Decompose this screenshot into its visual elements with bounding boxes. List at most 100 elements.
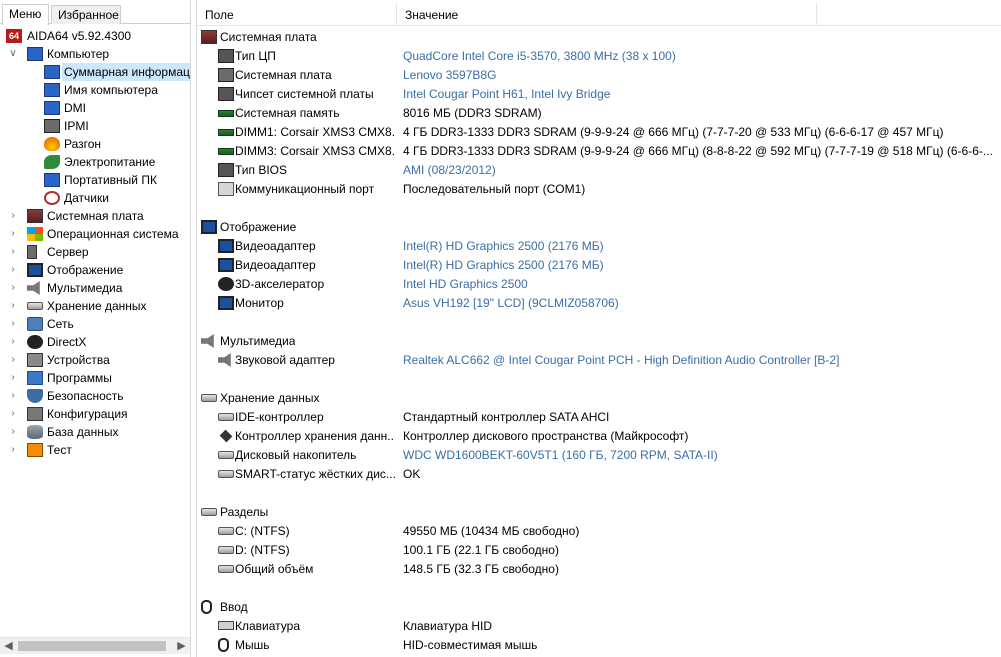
detail-row[interactable]: SMART-статус жёстких дис... OK (197, 465, 1001, 484)
tree-item[interactable]: Разгон (0, 135, 190, 153)
detail-row[interactable]: DIMM1: Corsair XMS3 CMX8... 4 ГБ DDR3-133… (197, 123, 1001, 142)
chevron-right-icon[interactable]: › (7, 405, 19, 423)
value-text: Контроллер дискового пространства (Майкр… (403, 429, 689, 443)
chevron-right-icon[interactable]: › (7, 441, 19, 459)
tree-item[interactable]: › Программы (0, 369, 190, 387)
tree-item[interactable]: › Тест (0, 441, 190, 459)
value-link[interactable]: WDC WD1600BEKT-60V5T1 (160 ГБ, 7200 RPM,… (403, 446, 718, 465)
tree-item-label: Системная плата (47, 209, 144, 223)
detail-row[interactable]: Коммуникационный порт Последовательный по… (197, 180, 1001, 199)
detail-row[interactable]: Монитор Asus VH192 [19" LCD] (9CLMIZ05870… (197, 294, 1001, 313)
detail-row[interactable]: Клавиатура Клавиатура HID (197, 617, 1001, 636)
detail-row[interactable]: Чипсет системной платы Intel Cougar Point… (197, 85, 1001, 104)
detail-row[interactable]: D: (NTFS) 100.1 ГБ (22.1 ГБ свободно) (197, 541, 1001, 560)
scroll-right-icon[interactable]: ▶ (173, 638, 190, 655)
detail-row[interactable]: DIMM3: Corsair XMS3 CMX8... 4 ГБ DDR3-133… (197, 142, 1001, 161)
column-header-field[interactable]: Поле (197, 4, 397, 26)
tree-item[interactable]: › Хранение данных (0, 297, 190, 315)
board-icon (218, 68, 234, 82)
tab-menu[interactable]: Меню (2, 4, 49, 25)
tree-item[interactable]: › Безопасность (0, 387, 190, 405)
chevron-right-icon[interactable]: › (7, 333, 19, 351)
server-icon (27, 245, 37, 259)
group-title: Мультимедиа (220, 334, 296, 348)
value-link[interactable]: QuadCore Intel Core i5-3570, 3800 MHz (3… (403, 47, 676, 66)
tree-item[interactable]: IPMI (0, 117, 190, 135)
tree-horizontal-scrollbar[interactable]: ◀ ▶ (0, 637, 190, 654)
value-link[interactable]: Intel(R) HD Graphics 2500 (2176 МБ) (403, 256, 604, 275)
chevron-right-icon[interactable]: › (7, 315, 19, 333)
detail-row[interactable]: Общий объём 148.5 ГБ (32.3 ГБ свободно) (197, 560, 1001, 579)
detail-row[interactable]: 3D-акселератор Intel HD Graphics 2500 (197, 275, 1001, 294)
tab-favorites[interactable]: Избранное (51, 5, 121, 24)
detail-row[interactable]: Тип BIOS AMI (08/23/2012) (197, 161, 1001, 180)
tree-item[interactable]: Электропитание (0, 153, 190, 171)
tree-item[interactable]: › Операционная система (0, 225, 190, 243)
value-link[interactable]: Lenovo 3597B8G (403, 66, 496, 85)
scroll-left-icon[interactable]: ◀ (0, 638, 17, 655)
tree-item-label: Портативный ПК (64, 173, 157, 187)
detail-row[interactable]: Видеоадаптер Intel(R) HD Graphics 2500 (2… (197, 237, 1001, 256)
column-header-value[interactable]: Значение (397, 4, 817, 26)
chevron-right-icon[interactable]: › (7, 279, 19, 297)
tree-item[interactable]: Датчики (0, 189, 190, 207)
directx-icon (27, 335, 43, 349)
field-label: SMART-статус жёстких дис... (235, 467, 395, 481)
value-link[interactable]: Realtek ALC662 @ Intel Cougar Point PCH … (403, 351, 839, 370)
detail-row[interactable]: C: (NTFS) 49550 МБ (10434 МБ свободно) (197, 522, 1001, 541)
tree-item[interactable]: › Системная плата (0, 207, 190, 225)
chevron-right-icon[interactable]: › (7, 225, 19, 243)
value-link[interactable]: Intel(R) HD Graphics 2500 (2176 МБ) (403, 237, 604, 256)
value-link[interactable]: Intel HD Graphics 2500 (403, 275, 528, 294)
value-text: 4 ГБ DDR3-1333 DDR3 SDRAM (9-9-9-24 @ 66… (403, 125, 944, 139)
detail-row[interactable]: IDE-контроллер Стандартный контроллер SAT… (197, 408, 1001, 427)
detail-row[interactable]: Дисковый накопитель WDC WD1600BEKT-60V5T1… (197, 446, 1001, 465)
tree-item-label: Программы (47, 371, 112, 385)
tree-item-label: Отображение (47, 263, 124, 277)
scrollbar-thumb[interactable] (18, 641, 166, 651)
chevron-right-icon[interactable]: › (7, 369, 19, 387)
config-icon (27, 407, 43, 421)
tree-item[interactable]: › Отображение (0, 261, 190, 279)
tree-item-label: Сеть (47, 317, 74, 331)
detail-row[interactable]: Звуковой адаптер Realtek ALC662 @ Intel C… (197, 351, 1001, 370)
monitor-icon (27, 263, 43, 277)
tree-item[interactable]: › Устройства (0, 351, 190, 369)
detail-row[interactable]: Видеоадаптер Intel(R) HD Graphics 2500 (2… (197, 256, 1001, 275)
bios-icon (218, 163, 234, 177)
chevron-right-icon[interactable]: › (7, 387, 19, 405)
value-link[interactable]: Intel Cougar Point H61, Intel Ivy Bridge (403, 85, 610, 104)
group-header: Отображение (197, 218, 1001, 237)
tree-item[interactable]: ∨ Компьютер (0, 45, 190, 63)
tree-item[interactable]: Портативный ПК (0, 171, 190, 189)
tree-item[interactable]: › Сеть (0, 315, 190, 333)
detail-row[interactable]: Тип ЦП QuadCore Intel Core i5-3570, 3800 … (197, 47, 1001, 66)
value-text: OK (403, 467, 421, 481)
detail-row[interactable]: Мышь HID-совместимая мышь (197, 636, 1001, 655)
value-link[interactable]: Asus VH192 [19" LCD] (9CLMIZ058706) (403, 294, 619, 313)
tree-item[interactable]: › DirectX (0, 333, 190, 351)
tree-item[interactable]: › База данных (0, 423, 190, 441)
field-label: Контроллер хранения данн... (235, 429, 395, 443)
detail-row[interactable]: Системная память 8016 МБ (DDR3 SDRAM) (197, 104, 1001, 123)
tree-item[interactable]: 64 AIDA64 v5.92.4300 (0, 27, 190, 45)
tree-item[interactable]: › Конфигурация (0, 405, 190, 423)
chevron-right-icon[interactable]: › (7, 261, 19, 279)
chevron-right-icon[interactable]: › (7, 423, 19, 441)
tree-item[interactable]: Суммарная информация (0, 63, 190, 81)
chevron-down-icon[interactable]: ∨ (7, 45, 19, 63)
chevron-right-icon[interactable]: › (7, 207, 19, 225)
detail-row[interactable]: Контроллер хранения данн... Контроллер ди… (197, 427, 1001, 446)
chevron-right-icon[interactable]: › (7, 297, 19, 315)
tree-item[interactable]: › Мультимедиа (0, 279, 190, 297)
keyboard-icon (218, 621, 234, 630)
value-link[interactable]: AMI (08/23/2012) (403, 161, 496, 180)
tree-item[interactable]: Имя компьютера (0, 81, 190, 99)
value-text: 100.1 ГБ (22.1 ГБ свободно) (403, 543, 559, 557)
field-label: Общий объём (235, 562, 314, 576)
tree-item[interactable]: › Сервер (0, 243, 190, 261)
chevron-right-icon[interactable]: › (7, 243, 19, 261)
tree-item[interactable]: DMI (0, 99, 190, 117)
detail-row[interactable]: Системная плата Lenovo 3597B8G (197, 66, 1001, 85)
chevron-right-icon[interactable]: › (7, 351, 19, 369)
